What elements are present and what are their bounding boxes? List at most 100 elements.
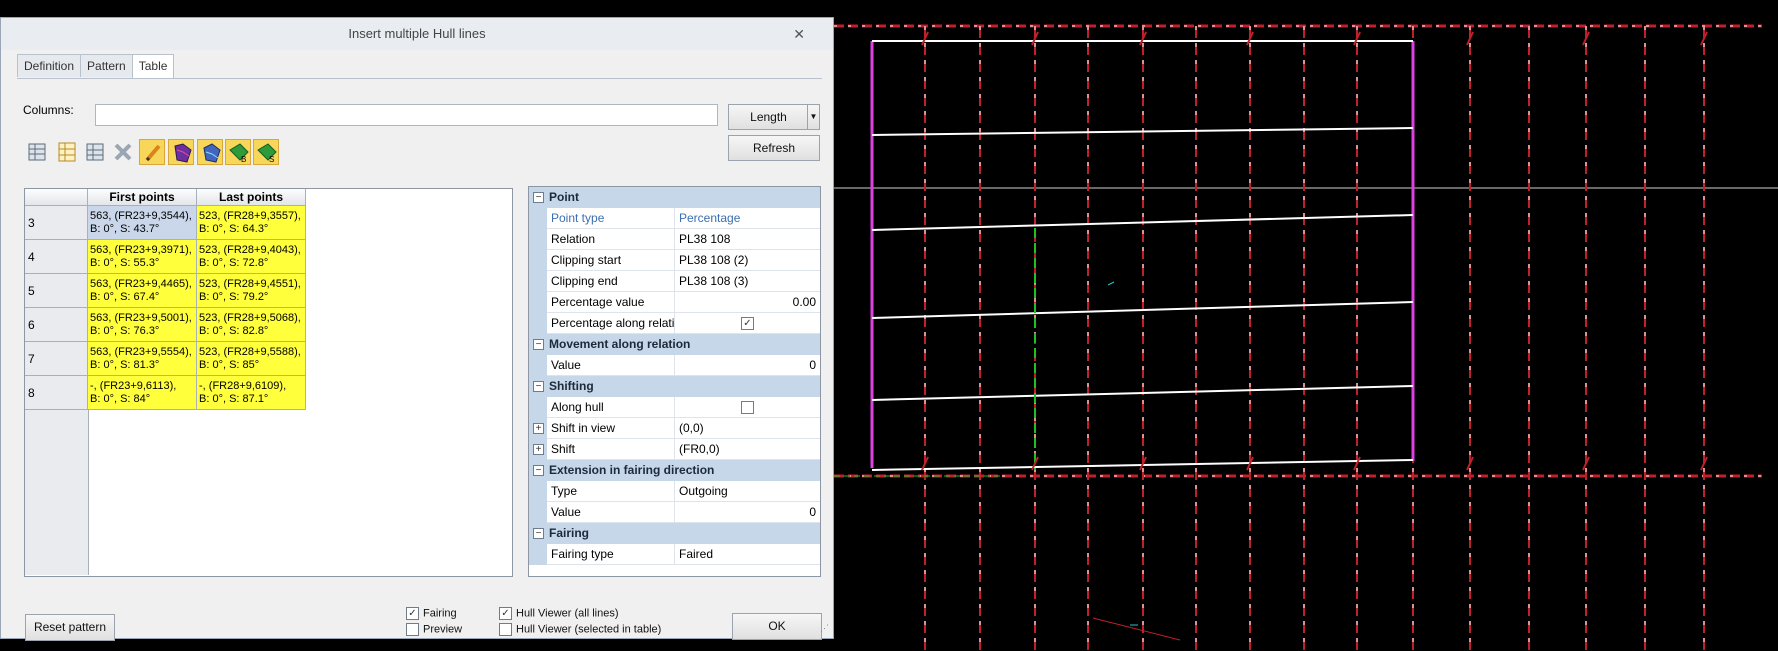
property-section[interactable]: − Extension in fairing direction <box>529 460 820 481</box>
last-point-cell[interactable]: 523, (FR28+9,5588), B: 0°, S: 85° <box>197 342 306 376</box>
row-number[interactable]: 3 <box>25 206 88 240</box>
property-row[interactable]: + Shift in view (0,0) <box>529 418 820 439</box>
row-number[interactable]: 5 <box>25 274 88 308</box>
hull-lines-table[interactable]: First points Last points 3 563, (FR23+9,3… <box>24 188 513 577</box>
table-row[interactable]: 7 563, (FR23+9,5554), B: 0°, S: 81.3° 523, … <box>25 342 306 376</box>
property-row[interactable]: Percentage value 0.00 <box>529 292 820 313</box>
property-row[interactable]: Clipping end PL38 108 (3) <box>529 271 820 292</box>
export-s-icon[interactable]: S <box>253 139 279 165</box>
delete-rows-icon[interactable] <box>82 139 108 165</box>
export-b-icon[interactable]: B <box>225 139 251 165</box>
first-point-cell[interactable]: 563, (FR23+9,4465), B: 0°, S: 67.4° <box>88 274 197 308</box>
first-point-cell[interactable]: 563, (FR23+9,5001), B: 0°, S: 76.3° <box>88 308 197 342</box>
last-point-cell[interactable]: 523, (FR28+9,4551), B: 0°, S: 79.2° <box>197 274 306 308</box>
table-row[interactable]: 8 -, (FR23+9,6113), B: 0°, S: 84° -, (FR28+… <box>25 376 306 410</box>
collapse-icon[interactable]: − <box>533 339 544 350</box>
dialog-titlebar: Insert multiple Hull lines ✕ <box>1 18 833 50</box>
property-value[interactable]: 0 <box>675 355 820 376</box>
property-value[interactable]: Outgoing <box>675 481 820 502</box>
hull-viewer-selected-option[interactable]: Hull Viewer (selected in table) <box>499 623 661 636</box>
collapse-icon[interactable]: − <box>533 192 544 203</box>
hull-viewer-selected-checkbox[interactable] <box>499 623 512 636</box>
insert-columns-icon[interactable] <box>54 139 80 165</box>
chevron-down-icon[interactable]: ▼ <box>807 104 820 130</box>
insert-rows-icon[interactable] <box>25 139 51 165</box>
property-section[interactable]: − Point <box>529 187 820 208</box>
property-row[interactable]: Type Outgoing <box>529 481 820 502</box>
last-point-cell[interactable]: 523, (FR28+9,3557), B: 0°, S: 64.3° <box>197 206 306 240</box>
property-row[interactable]: Value 0 <box>529 502 820 523</box>
table-row[interactable]: 6 563, (FR23+9,5001), B: 0°, S: 76.3° 523, … <box>25 308 306 342</box>
property-row[interactable]: Value 0 <box>529 355 820 376</box>
collapse-icon[interactable]: − <box>533 465 544 476</box>
first-point-cell[interactable]: 563, (FR23+9,3971), B: 0°, S: 55.3° <box>88 240 197 274</box>
tab-definition[interactable]: Definition <box>17 54 82 77</box>
hull-view-alt-icon[interactable] <box>197 139 223 165</box>
checkbox[interactable]: ✓ <box>741 317 754 331</box>
hull-viewer-all-checkbox[interactable]: ✓ <box>499 607 512 620</box>
column-header-last-points[interactable]: Last points <box>197 189 306 206</box>
property-value[interactable]: (FR0,0) <box>675 439 820 460</box>
row-number[interactable]: 4 <box>25 240 88 274</box>
last-point-cell[interactable]: -, (FR28+9,6109), B: 0°, S: 87.1° <box>197 376 306 410</box>
property-row[interactable]: Along hull <box>529 397 820 418</box>
column-header-first-points[interactable]: First points <box>88 189 197 206</box>
property-value[interactable]: PL38 108 (3) <box>675 271 820 292</box>
first-point-cell[interactable]: 563, (FR23+9,5554), B: 0°, S: 81.3° <box>88 342 197 376</box>
table-row[interactable]: 5 563, (FR23+9,4465), B: 0°, S: 67.4° 523, … <box>25 274 306 308</box>
property-row[interactable]: Percentage along relatio ✓ <box>529 313 820 334</box>
tab-table[interactable]: Table <box>131 54 175 79</box>
length-button[interactable]: Length <box>728 104 809 130</box>
edit-pencil-icon[interactable] <box>139 139 165 165</box>
last-point-cell[interactable]: 523, (FR28+9,4043), B: 0°, S: 72.8° <box>197 240 306 274</box>
refresh-button[interactable]: Refresh <box>728 135 820 161</box>
expand-icon[interactable]: + <box>533 444 544 455</box>
insert-hull-lines-dialog: Insert multiple Hull lines ✕ Definition P… <box>0 17 834 641</box>
row-gutter: + <box>529 418 547 439</box>
property-value[interactable]: Faired <box>675 544 820 565</box>
property-value[interactable] <box>675 397 820 418</box>
property-value[interactable]: Percentage <box>675 208 820 229</box>
first-point-cell[interactable]: -, (FR23+9,6113), B: 0°, S: 84° <box>88 376 197 410</box>
property-row[interactable]: Relation PL38 108 <box>529 229 820 250</box>
close-icon[interactable]: ✕ <box>793 18 805 50</box>
delete-icon[interactable] <box>110 139 136 165</box>
resize-grip-icon[interactable]: ⋰ <box>820 623 829 634</box>
row-number[interactable]: 6 <box>25 308 88 342</box>
property-row[interactable]: Clipping start PL38 108 (2) <box>529 250 820 271</box>
expand-icon[interactable]: + <box>533 423 544 434</box>
preview-checkbox[interactable] <box>406 623 419 636</box>
property-value[interactable]: PL38 108 (2) <box>675 250 820 271</box>
fairing-option[interactable]: ✓ Fairing <box>406 607 457 620</box>
last-point-cell[interactable]: 523, (FR28+9,5068), B: 0°, S: 82.8° <box>197 308 306 342</box>
row-number[interactable]: 7 <box>25 342 88 376</box>
checkbox[interactable] <box>741 401 754 415</box>
ok-button[interactable]: OK <box>732 613 822 640</box>
property-value[interactable]: 0 <box>675 502 820 523</box>
collapse-icon[interactable]: − <box>533 381 544 392</box>
reset-pattern-button[interactable]: Reset pattern <box>25 614 115 641</box>
preview-option[interactable]: Preview <box>406 623 462 636</box>
property-row[interactable]: + Shift (FR0,0) <box>529 439 820 460</box>
property-value[interactable]: PL38 108 <box>675 229 820 250</box>
property-row[interactable]: Point type Percentage <box>529 208 820 229</box>
tab-pattern[interactable]: Pattern <box>80 54 133 77</box>
fairing-checkbox[interactable]: ✓ <box>406 607 419 620</box>
property-value[interactable]: ✓ <box>675 313 820 334</box>
hull-viewer-all-option[interactable]: ✓ Hull Viewer (all lines) <box>499 607 619 620</box>
first-point-cell[interactable]: 563, (FR23+9,3544), B: 0°, S: 43.7° <box>88 206 197 240</box>
row-number[interactable]: 8 <box>25 376 88 410</box>
hull-view-icon[interactable] <box>168 139 194 165</box>
property-grid[interactable]: − Point Point type Percentage Relation PL38 1… <box>528 186 821 577</box>
property-section[interactable]: − Shifting <box>529 376 820 397</box>
property-value[interactable]: (0,0) <box>675 418 820 439</box>
preview-label: Preview <box>423 623 463 636</box>
property-value[interactable]: 0.00 <box>675 292 820 313</box>
property-section[interactable]: − Fairing <box>529 523 820 544</box>
columns-input[interactable] <box>95 104 718 126</box>
property-row[interactable]: Fairing type Faired <box>529 544 820 565</box>
property-section[interactable]: − Movement along relation <box>529 334 820 355</box>
collapse-icon[interactable]: − <box>533 528 544 539</box>
table-row[interactable]: 3 563, (FR23+9,3544), B: 0°, S: 43.7° 523, … <box>25 206 306 240</box>
table-row[interactable]: 4 563, (FR23+9,3971), B: 0°, S: 55.3° 523, … <box>25 240 306 274</box>
